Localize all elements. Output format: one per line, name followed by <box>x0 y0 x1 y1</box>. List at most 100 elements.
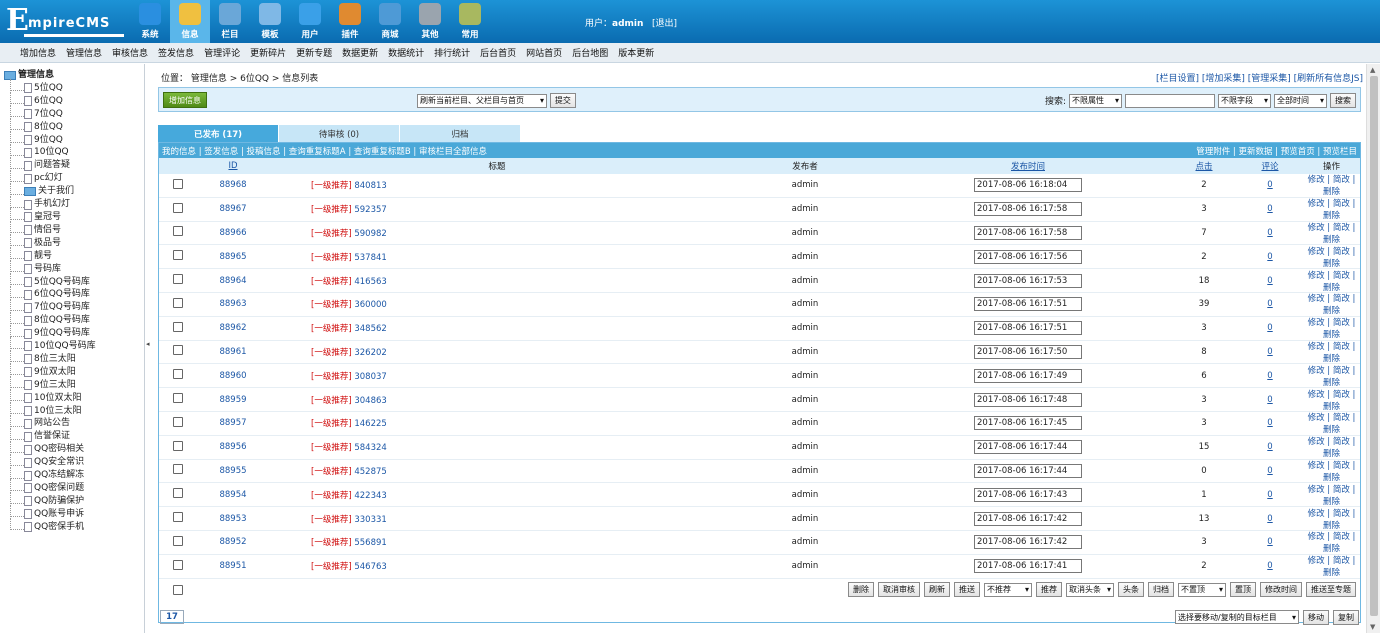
row-title-link[interactable]: 537841 <box>354 253 386 263</box>
sidebar-item-16[interactable]: 6位QQ号码库 <box>4 285 144 301</box>
row-checkbox[interactable] <box>173 440 183 451</box>
row-id[interactable]: 88965 <box>197 252 269 262</box>
row-tag[interactable]: [一级推荐] <box>311 562 352 572</box>
row-time-input[interactable]: 2017-08-06 16:17:51 <box>974 321 1082 336</box>
sidebar-item-21[interactable]: 8位三太阳 <box>4 350 144 366</box>
action-button-1[interactable]: 取消审核 <box>878 582 920 598</box>
sidebar-item-9[interactable]: 手机幻灯 <box>4 195 144 211</box>
row-title-link[interactable]: 326202 <box>354 348 386 358</box>
sidebar-item-30[interactable]: QQ冻结解冻 <box>4 466 144 482</box>
refresh-select[interactable]: 刷新当前栏目、父栏目与首页 <box>417 93 547 108</box>
row-checkbox[interactable] <box>173 226 183 237</box>
menu-item-7[interactable]: 数据更新 <box>342 46 378 59</box>
nav-item-2[interactable]: 栏目 <box>210 0 250 43</box>
row-title-link[interactable]: 452875 <box>354 467 386 477</box>
row-title-link[interactable]: 330331 <box>354 515 386 525</box>
move-target-select[interactable]: 选择要移动/复制的目标栏目 <box>1175 610 1299 624</box>
action-select-6[interactable]: 取消头条 <box>1066 582 1114 597</box>
row-time-input[interactable]: 2017-08-06 16:17:44 <box>974 440 1082 455</box>
row-ops[interactable]: 修改 | 简改 | 删除 <box>1303 530 1360 554</box>
row-time-input[interactable]: 2017-08-06 16:17:48 <box>974 392 1082 407</box>
row-ops[interactable]: 修改 | 简改 | 删除 <box>1303 411 1360 435</box>
row-tag[interactable]: [一级推荐] <box>311 372 352 382</box>
row-id[interactable]: 88963 <box>197 299 269 309</box>
empirecms-logo[interactable]: E mpireCMS <box>6 4 126 38</box>
row-checkbox[interactable] <box>173 274 183 285</box>
row-time-input[interactable]: 2017-08-06 16:17:45 <box>974 416 1082 431</box>
menu-item-2[interactable]: 审核信息 <box>112 46 148 59</box>
sidebar-item-5[interactable]: 10位QQ <box>4 143 144 159</box>
row-title-link[interactable]: 146225 <box>354 419 386 429</box>
row-ops[interactable]: 修改 | 简改 | 删除 <box>1303 221 1360 245</box>
row-time-input[interactable]: 2017-08-06 16:17:41 <box>974 559 1082 574</box>
sidebar-item-19[interactable]: 9位QQ号码库 <box>4 324 144 340</box>
row-checkbox[interactable] <box>173 488 183 499</box>
sidebar-item-0[interactable]: 5位QQ <box>4 79 144 95</box>
menu-item-0[interactable]: 增加信息 <box>20 46 56 59</box>
search-attr-select[interactable]: 不限属性 <box>1069 93 1122 108</box>
row-title-link[interactable]: 840813 <box>354 181 386 191</box>
menu-item-10[interactable]: 后台首页 <box>480 46 516 59</box>
add-info-button[interactable]: 增加信息 <box>163 92 207 108</box>
scroll-down-icon[interactable]: ▼ <box>1370 623 1375 631</box>
nav-item-7[interactable]: 其他 <box>410 0 450 43</box>
row-id[interactable]: 88964 <box>197 276 269 286</box>
select-all-checkbox[interactable] <box>173 584 183 595</box>
row-comments[interactable]: 0 <box>1237 180 1303 190</box>
sidebar-item-10[interactable]: 皇冠号 <box>4 208 144 224</box>
panel-links-right[interactable]: 管理附件 | 更新数据 | 预览首页 | 预览栏目 <box>1196 145 1357 157</box>
row-comments[interactable]: 0 <box>1237 299 1303 309</box>
row-time-input[interactable]: 2017-08-06 16:18:04 <box>974 178 1082 193</box>
row-title-link[interactable]: 584324 <box>354 443 386 453</box>
row-checkbox[interactable] <box>173 321 183 332</box>
row-ops[interactable]: 修改 | 简改 | 删除 <box>1303 269 1360 293</box>
row-title-link[interactable]: 592357 <box>354 205 386 215</box>
copy-button[interactable]: 复制 <box>1333 609 1359 625</box>
row-id[interactable]: 88962 <box>197 323 269 333</box>
row-ops[interactable]: 修改 | 简改 | 删除 <box>1303 197 1360 221</box>
sidebar-item-18[interactable]: 8位QQ号码库 <box>4 311 144 327</box>
row-tag[interactable]: [一级推荐] <box>311 277 352 287</box>
submit-button[interactable]: 提交 <box>549 93 576 108</box>
row-checkbox[interactable] <box>173 464 183 475</box>
tab-1[interactable]: 待审核 (0) <box>279 125 399 142</box>
row-ops[interactable]: 修改 | 简改 | 删除 <box>1303 483 1360 507</box>
page-count[interactable]: 17 <box>160 610 184 624</box>
sidebar-item-26[interactable]: 网站公告 <box>4 414 144 430</box>
row-time-input[interactable]: 2017-08-06 16:17:58 <box>974 202 1082 217</box>
row-title-link[interactable]: 422343 <box>354 491 386 501</box>
row-time-input[interactable]: 2017-08-06 16:17:42 <box>974 535 1082 550</box>
sidebar-item-12[interactable]: 极品号 <box>4 234 144 250</box>
menu-item-12[interactable]: 后台地图 <box>572 46 608 59</box>
row-id[interactable]: 88960 <box>197 371 269 381</box>
sidebar-item-34[interactable]: QQ密保手机 <box>4 518 144 534</box>
menu-item-9[interactable]: 排行统计 <box>434 46 470 59</box>
row-checkbox[interactable] <box>173 297 183 308</box>
row-tag[interactable]: [一级推荐] <box>311 443 352 453</box>
row-time-input[interactable]: 2017-08-06 16:17:49 <box>974 368 1082 383</box>
row-checkbox[interactable] <box>173 416 183 427</box>
row-id[interactable]: 88959 <box>197 395 269 405</box>
row-id[interactable]: 88967 <box>197 204 269 214</box>
nav-item-6[interactable]: 商城 <box>370 0 410 43</box>
sidebar-item-2[interactable]: 7位QQ <box>4 105 144 121</box>
row-checkbox[interactable] <box>173 512 183 523</box>
row-ops[interactable]: 修改 | 简改 | 删除 <box>1303 245 1360 269</box>
row-tag[interactable]: [一级推荐] <box>311 253 352 263</box>
action-button-10[interactable]: 置顶 <box>1230 582 1256 598</box>
row-comments[interactable]: 0 <box>1237 490 1303 500</box>
tree-root[interactable]: 管理信息 <box>4 69 144 82</box>
row-title-link[interactable]: 556891 <box>354 538 386 548</box>
row-tag[interactable]: [一级推荐] <box>311 538 352 548</box>
row-ops[interactable]: 修改 | 简改 | 删除 <box>1303 316 1360 340</box>
row-tag[interactable]: [一级推荐] <box>311 419 352 429</box>
col-comments[interactable]: 评论 <box>1237 160 1303 172</box>
row-time-input[interactable]: 2017-08-06 16:17:50 <box>974 344 1082 359</box>
row-tag[interactable]: [一级推荐] <box>311 229 352 239</box>
row-id[interactable]: 88966 <box>197 228 269 238</box>
row-id[interactable]: 88952 <box>197 537 269 547</box>
row-comments[interactable]: 0 <box>1237 442 1303 452</box>
row-title-link[interactable]: 590982 <box>354 229 386 239</box>
sidebar-item-25[interactable]: 10位三太阳 <box>4 402 144 418</box>
row-ops[interactable]: 修改 | 简改 | 删除 <box>1303 507 1360 531</box>
